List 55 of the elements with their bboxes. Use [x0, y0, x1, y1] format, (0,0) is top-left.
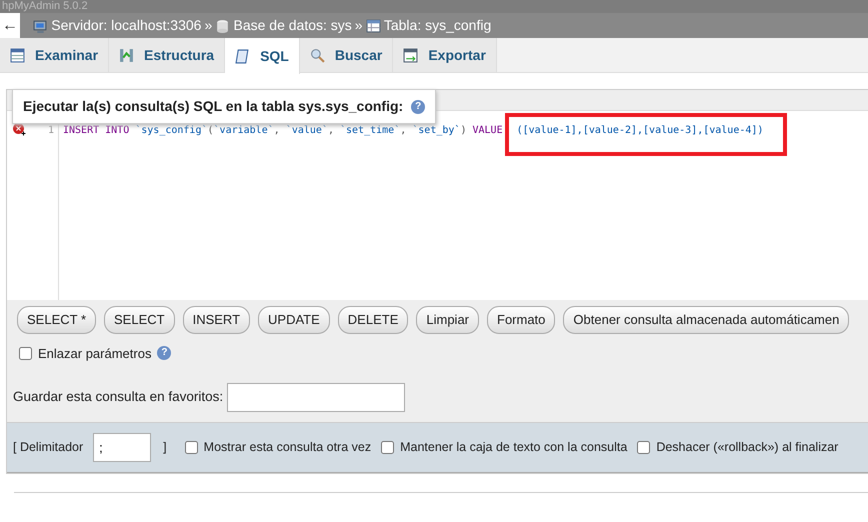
query-button[interactable]: Limpiar [416, 306, 479, 334]
delimiter-field[interactable]: ; [93, 433, 152, 462]
query-button[interactable]: INSERT [182, 306, 250, 334]
query-button[interactable]: Obtener consulta almacenada automáticamen [563, 306, 850, 334]
code-token: ([value-1],[value-2],[value-3],[value-4]) [504, 113, 788, 156]
code-token: , [400, 124, 408, 138]
code-token: `value` [286, 124, 328, 138]
back-button[interactable]: ← [0, 13, 20, 38]
separator-text: » [204, 16, 212, 35]
tab[interactable]: Estructura [109, 38, 226, 72]
tab[interactable]: SQL [225, 38, 300, 74]
delimiter-label: [ Delimitador [13, 439, 84, 456]
code-token: ) [460, 124, 468, 138]
checkbox-label: Mantener la caja de texto con la consulta [400, 439, 628, 456]
code-token: ( [208, 124, 214, 138]
table-icon [10, 48, 25, 62]
separator-text: » [354, 16, 363, 35]
code-token: `variable` [214, 124, 274, 138]
code-token: , [328, 124, 335, 138]
query-button[interactable]: SELECT * [17, 306, 96, 334]
checkbox-label: Mostrar esta consulta otra vez [204, 439, 372, 456]
code-token: `set_by` [412, 124, 460, 138]
checkbox[interactable] [637, 441, 650, 454]
server-icon [33, 18, 48, 33]
query-button[interactable]: Formato [487, 306, 556, 334]
tab[interactable]: Examinar [0, 38, 110, 72]
query-button[interactable]: SELECT [104, 306, 175, 334]
checkbox[interactable] [19, 346, 32, 360]
line-number: 1 [48, 124, 54, 138]
code-token: INSERT INTO [63, 124, 130, 138]
checkbox-label: Deshacer («rollback») al finalizar [656, 439, 838, 456]
magnifier-icon [310, 48, 325, 62]
query-button[interactable]: DELETE [338, 306, 408, 334]
query-button[interactable]: UPDATE [258, 306, 330, 334]
code-token: `sys_config` [135, 124, 208, 138]
tab[interactable]: Exportar [393, 38, 497, 72]
checkbox[interactable] [381, 441, 394, 454]
delimiter-bracket: ] [163, 439, 167, 456]
checkbox[interactable] [184, 441, 198, 454]
window-title: hpMyAdmin 5.0.2 [0, 0, 868, 13]
bookmark-field[interactable] [227, 383, 406, 412]
tab[interactable]: Buscar [300, 38, 394, 72]
document-icon [235, 48, 250, 64]
export-icon [403, 48, 418, 62]
code-token: `set_time` [340, 124, 400, 138]
code-token: VALUE [472, 124, 503, 138]
database-icon [215, 18, 230, 33]
code-token: , [274, 124, 281, 138]
field-label: Guardar esta consulta en favoritos: [13, 388, 224, 406]
breadcrumb-link[interactable]: Servidor: localhost:3306 [33, 15, 202, 36]
table-icon [366, 18, 381, 33]
checkbox-label: Enlazar parámetros [38, 344, 152, 363]
structure-icon [119, 48, 134, 62]
breadcrumb-link[interactable]: Tabla: sys_config [366, 15, 492, 36]
breadcrumb-link[interactable]: Base de datos: sys [215, 15, 352, 36]
